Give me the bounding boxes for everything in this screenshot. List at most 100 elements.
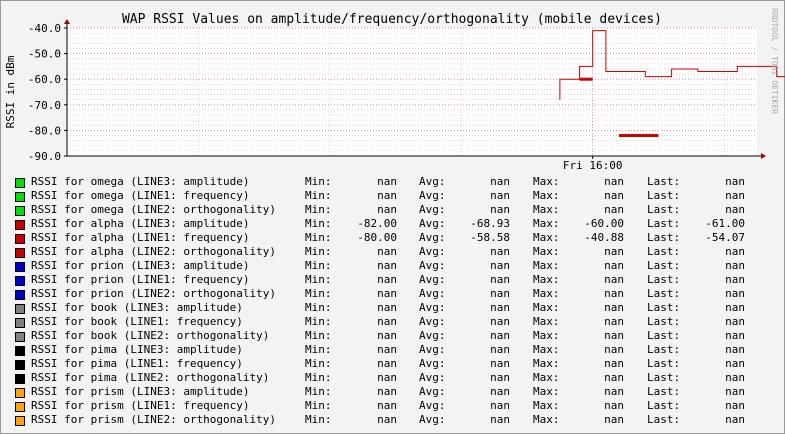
legend-row: RSSI for alpha (LINE3: amplitude) Min: -82… xyxy=(0,217,785,231)
legend-avg-value: nan xyxy=(490,399,510,412)
y-tick-label: -80.0 xyxy=(28,124,61,137)
legend-min-value: nan xyxy=(377,329,397,342)
legend-max-label: Max: xyxy=(533,189,560,202)
legend-max-label: Max: xyxy=(533,273,560,286)
legend-min-value: nan xyxy=(377,245,397,258)
legend-row: RSSI for omega (LINE3: amplitude) Min: nan… xyxy=(0,175,785,189)
legend-avg-value: nan xyxy=(490,413,510,426)
legend-label: RSSI for pima (LINE3: amplitude) xyxy=(31,343,243,356)
legend-avg-value: nan xyxy=(490,301,510,314)
legend-max-value: nan xyxy=(604,385,624,398)
y-tick-label: -70.0 xyxy=(28,99,61,112)
legend-swatch xyxy=(15,276,25,286)
legend-swatch xyxy=(15,318,25,328)
legend-min-value: nan xyxy=(377,315,397,328)
legend-avg-value: nan xyxy=(490,245,510,258)
legend-swatch xyxy=(15,416,25,426)
legend-row: RSSI for pima (LINE2: orthogonality) Min:… xyxy=(0,371,785,385)
legend-row: RSSI for prism (LINE2: orthogonality) Min… xyxy=(0,413,785,427)
legend-min-label: Min: xyxy=(305,175,332,188)
legend-min-label: Min: xyxy=(305,203,332,216)
legend-max-label: Max: xyxy=(533,357,560,370)
legend-min-value: nan xyxy=(377,357,397,370)
legend-max-label: Max: xyxy=(533,413,560,426)
legend-max-label: Max: xyxy=(533,259,560,272)
legend-swatch xyxy=(15,192,25,202)
legend-max-value: nan xyxy=(604,329,624,342)
legend-max-value: nan xyxy=(604,301,624,314)
legend-avg-value: nan xyxy=(490,315,510,328)
legend-max-value: nan xyxy=(604,315,624,328)
legend-label: RSSI for prion (LINE2: orthogonality) xyxy=(31,287,277,300)
y-axis-label: RSSI in dBm xyxy=(4,55,17,128)
legend-avg-value: nan xyxy=(490,343,510,356)
legend-swatch xyxy=(15,304,25,314)
legend-min-label: Min: xyxy=(305,315,332,328)
legend-max-label: Max: xyxy=(533,329,560,342)
legend-label: RSSI for pima (LINE2: orthogonality) xyxy=(31,371,270,384)
legend-last-label: Last: xyxy=(647,301,681,314)
legend-label: RSSI for prism (LINE1: frequency) xyxy=(31,399,250,412)
legend-swatch xyxy=(15,178,25,188)
legend-min-label: Min: xyxy=(305,259,332,272)
legend-max-label: Max: xyxy=(533,385,560,398)
legend-avg-label: Avg: xyxy=(419,259,446,272)
legend-avg-label: Avg: xyxy=(419,301,446,314)
legend-min-label: Min: xyxy=(305,231,332,244)
legend-avg-label: Avg: xyxy=(419,189,446,202)
legend-last-value: nan xyxy=(725,357,745,370)
legend-avg-value: nan xyxy=(490,273,510,286)
legend-max-label: Max: xyxy=(533,301,560,314)
legend-last-value: nan xyxy=(725,315,745,328)
legend-avg-label: Avg: xyxy=(419,315,446,328)
legend-avg-label: Avg: xyxy=(419,399,446,412)
legend-min-label: Min: xyxy=(305,357,332,370)
chart-title: WAP RSSI Values on amplitude/frequency/o… xyxy=(122,12,662,27)
legend-row: RSSI for omega (LINE1: frequency) Min: nan… xyxy=(0,189,785,203)
legend-max-value: nan xyxy=(604,175,624,188)
legend-max-value: -40.88 xyxy=(584,231,624,244)
legend-avg-label: Avg: xyxy=(419,217,446,230)
legend-max-value: nan xyxy=(604,203,624,216)
legend-min-value: nan xyxy=(377,203,397,216)
legend-last-label: Last: xyxy=(647,231,681,244)
legend-max-value: nan xyxy=(604,189,624,202)
legend-max-label: Max: xyxy=(533,231,560,244)
legend-last-label: Last: xyxy=(647,371,681,384)
legend-min-label: Min: xyxy=(305,343,332,356)
legend-max-label: Max: xyxy=(533,175,560,188)
legend-max-value: nan xyxy=(604,273,624,286)
legend-last-label: Last: xyxy=(647,287,681,300)
legend-row: RSSI for prion (LINE3: amplitude) Min: nan… xyxy=(0,259,785,273)
legend-min-label: Min: xyxy=(305,413,332,426)
legend-swatch xyxy=(15,234,25,244)
legend-label: RSSI for alpha (LINE2: orthogonality) xyxy=(31,245,277,258)
legend-row: RSSI for pima (LINE1: frequency) Min: nan A… xyxy=(0,357,785,371)
legend-min-value: nan xyxy=(377,259,397,272)
legend-min-label: Min: xyxy=(305,371,332,384)
legend-avg-label: Avg: xyxy=(419,273,446,286)
legend-avg-value: nan xyxy=(490,175,510,188)
legend-label: RSSI for prism (LINE3: amplitude) xyxy=(31,385,250,398)
y-tick-label: -90.0 xyxy=(28,150,61,163)
legend-label: RSSI for prism (LINE2: orthogonality) xyxy=(31,413,277,426)
legend-max-label: Max: xyxy=(533,315,560,328)
legend-row: RSSI for prism (LINE1: frequency) Min: nan… xyxy=(0,399,785,413)
legend-label: RSSI for omega (LINE3: amplitude) xyxy=(31,175,250,188)
legend-min-value: nan xyxy=(377,175,397,188)
legend-avg-label: Avg: xyxy=(419,385,446,398)
legend-avg-label: Avg: xyxy=(419,287,446,300)
legend-last-label: Last: xyxy=(647,273,681,286)
legend-last-label: Last: xyxy=(647,203,681,216)
x-tick-label: Fri 16:00 xyxy=(563,159,623,172)
legend-last-label: Last: xyxy=(647,329,681,342)
legend-min-value: nan xyxy=(377,413,397,426)
legend-last-value: nan xyxy=(725,413,745,426)
legend-swatch xyxy=(15,262,25,272)
legend-min-value: nan xyxy=(377,301,397,314)
legend-swatch xyxy=(15,402,25,412)
legend-min-value: nan xyxy=(377,343,397,356)
legend-label: RSSI for book (LINE2: orthogonality) xyxy=(31,329,270,342)
legend-swatch xyxy=(15,360,25,370)
legend-min-value: nan xyxy=(377,371,397,384)
